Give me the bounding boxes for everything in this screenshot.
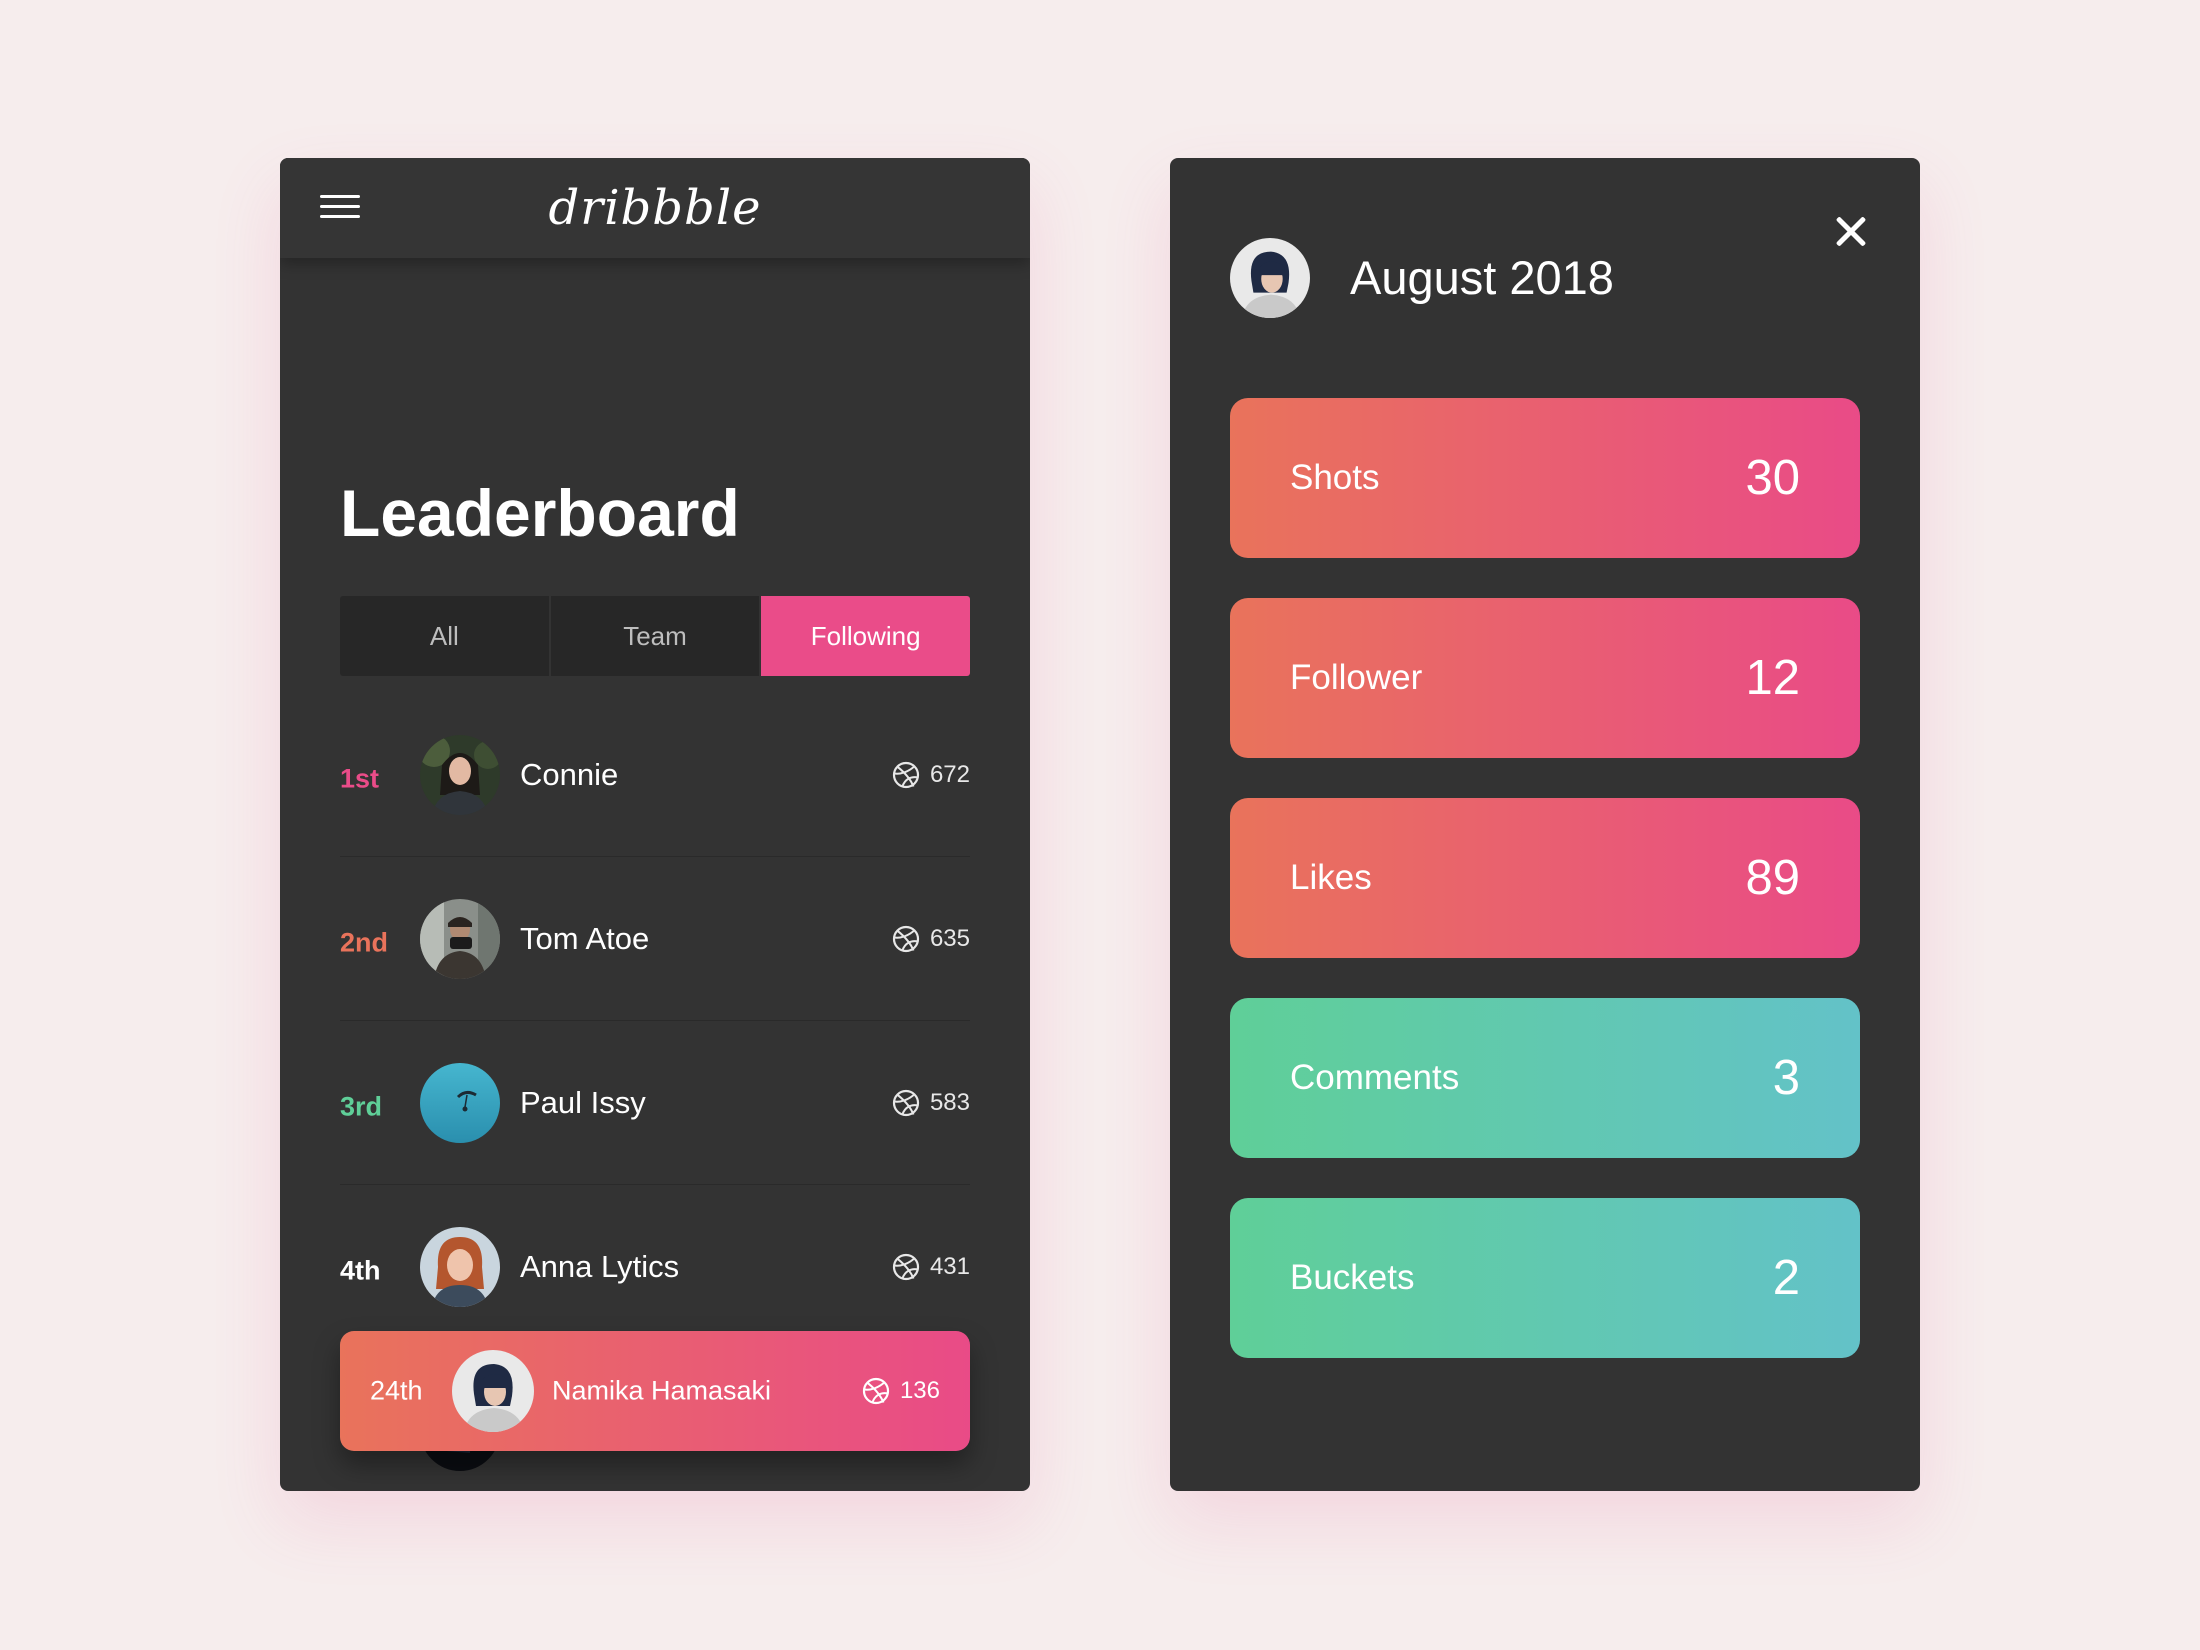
dribbble-ball-icon: [892, 925, 920, 953]
current-user-row[interactable]: 24th Namika Hamasaki 136: [340, 1331, 970, 1451]
tab-all[interactable]: All: [340, 596, 551, 676]
rank-label: 4th: [340, 1255, 381, 1285]
top-bar: dribbble: [280, 158, 1030, 258]
stat-label: Follower: [1290, 658, 1423, 697]
user-name: Namika Hamasaki: [552, 1375, 772, 1406]
avatar[interactable]: [452, 1350, 534, 1432]
score: 136: [862, 1377, 940, 1405]
logo-link[interactable]: [570, 178, 740, 238]
avatar[interactable]: [1230, 238, 1310, 318]
stat-label: Likes: [1290, 858, 1372, 897]
leaderboard-panel: dribbble Leaderboard All Team Following …: [280, 158, 1030, 1491]
hamburger-menu-icon[interactable]: [320, 195, 360, 221]
score-value: 635: [929, 924, 970, 952]
avatar[interactable]: [420, 1226, 500, 1307]
score: 635: [892, 925, 970, 953]
score: 672: [892, 761, 970, 789]
stat-card-shots[interactable]: Shots 30: [1230, 398, 1860, 558]
rank-label: 2nd: [340, 927, 389, 957]
leaderboard-row[interactable]: 1st Connie 672: [340, 693, 970, 857]
avatar[interactable]: [420, 1062, 500, 1143]
stat-label: Buckets: [1290, 1258, 1415, 1297]
close-icon[interactable]: [1828, 208, 1874, 254]
stat-label: Comments: [1290, 1058, 1460, 1097]
tab-following[interactable]: Following: [761, 596, 970, 676]
user-name: Tom Atoe: [520, 920, 650, 956]
stat-value: 12: [1745, 651, 1800, 705]
tab-team[interactable]: Team: [550, 596, 762, 676]
score: 583: [892, 1089, 970, 1117]
rank-label: 3rd: [340, 1091, 383, 1121]
score-value: 583: [929, 1088, 970, 1116]
dribbble-ball-icon: [892, 1089, 920, 1117]
score-value: 672: [929, 760, 970, 788]
leaderboard-row[interactable]: 3rd Paul Issy 583: [340, 1021, 970, 1185]
month-title: August 2018: [1350, 251, 1614, 304]
leaderboard-row[interactable]: 2nd Tom Atoe 635: [340, 857, 970, 1021]
stat-card-likes[interactable]: Likes 89: [1230, 798, 1860, 958]
stat-card-comments[interactable]: Comments 3: [1230, 998, 1860, 1158]
dribbble-ball-icon: [892, 761, 920, 789]
rank-label: 24th: [370, 1375, 423, 1406]
avatar[interactable]: [420, 898, 500, 979]
leaderboard-row[interactable]: 4th Anna Lytics 431: [340, 1185, 970, 1349]
filter-tabs: All Team Following: [340, 596, 970, 676]
stat-label: Shots: [1290, 458, 1380, 497]
score-value: 136: [899, 1377, 940, 1404]
stage: dribbble Leaderboard All Team Following …: [0, 0, 2200, 1650]
stat-value: 89: [1745, 851, 1800, 905]
stat-value: 30: [1745, 451, 1800, 505]
user-name: Connie: [520, 756, 619, 792]
score-value: 431: [929, 1252, 970, 1280]
dribbble-ball-icon: [862, 1377, 890, 1405]
avatar[interactable]: [420, 734, 500, 815]
stats-panel: August 2018 Shots 30 Follower 12 Likes 8…: [1170, 158, 1920, 1491]
stat-value: 2: [1772, 1251, 1800, 1305]
dribbble-ball-icon: [892, 1253, 920, 1281]
stat-value: 3: [1772, 1051, 1800, 1105]
score: 431: [892, 1253, 970, 1281]
user-name: Anna Lytics: [520, 1248, 680, 1284]
page-title: Leaderboard: [340, 476, 740, 550]
rank-label: 1st: [340, 763, 380, 793]
user-name: Paul Issy: [520, 1084, 646, 1120]
stat-card-buckets[interactable]: Buckets 2: [1230, 1198, 1860, 1358]
stat-card-follower[interactable]: Follower 12: [1230, 598, 1860, 758]
